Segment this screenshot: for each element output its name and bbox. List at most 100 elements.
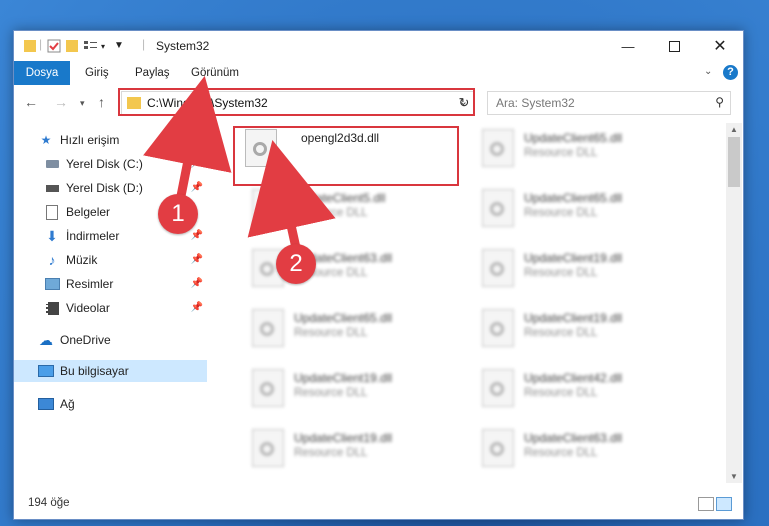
videos-icon: [44, 300, 60, 316]
maximize-button[interactable]: [651, 31, 697, 61]
window-title: System32: [156, 39, 210, 53]
annotation-marker-1: 1: [158, 194, 198, 234]
title-bar: | ▾ ▼ | System32 — ✕: [14, 31, 743, 61]
nav-item-quick-access[interactable]: ★ Hızlı erişim: [14, 129, 207, 151]
pin-icon[interactable]: 📌: [191, 158, 203, 169]
title-separator: |: [39, 37, 43, 51]
tab-paylas[interactable]: Paylaş: [126, 61, 179, 85]
file-item[interactable]: UpdateClient5.dll Resource DLL: [244, 185, 474, 239]
file-name: UpdateClient65.dll: [294, 311, 393, 325]
dll-file-icon: [252, 309, 284, 347]
minimize-icon: —: [621, 38, 635, 54]
file-type: Resource DLL: [294, 387, 368, 399]
file-item[interactable]: UpdateClient65.dll Resource DLL: [474, 185, 704, 239]
file-type: Resource DLL: [524, 207, 598, 219]
properties-icon[interactable]: [47, 37, 61, 55]
nav-label: OneDrive: [60, 333, 111, 347]
file-item[interactable]: UpdateClient65.dll Resource DLL: [474, 125, 704, 179]
pin-icon[interactable]: 📌: [191, 278, 203, 289]
search-box[interactable]: Ara: System32 ⚲: [487, 91, 731, 115]
close-button[interactable]: ✕: [697, 31, 743, 61]
dll-file-icon: [252, 429, 284, 467]
forward-arrow-icon[interactable]: →: [54, 94, 68, 110]
address-highlight-box: [118, 88, 475, 116]
file-highlight-box: [233, 126, 459, 186]
new-folder-icon[interactable]: [66, 37, 78, 55]
pin-icon[interactable]: 📌: [191, 230, 203, 241]
file-item[interactable]: UpdateClient19.dll Resource DLL: [474, 305, 704, 359]
drive-icon: [44, 156, 60, 172]
scroll-down-icon[interactable]: ▼: [730, 472, 738, 481]
nav-label: Ağ: [60, 397, 75, 411]
file-name: UpdateClient65.dll: [524, 191, 623, 205]
nav-item-videos[interactable]: Videolar 📌: [14, 297, 207, 319]
nav-label: İndirmeler: [66, 229, 120, 243]
dll-file-icon: [252, 189, 284, 227]
navigation-pane: ★ Hızlı erişim Yerel Disk (C:) 📌 Yerel Dis…: [14, 123, 209, 483]
computer-icon: [38, 363, 54, 379]
minimize-button[interactable]: —: [605, 31, 651, 61]
back-arrow-icon[interactable]: ←: [24, 94, 38, 110]
nav-label: Resimler: [66, 277, 114, 291]
star-icon: ★: [40, 133, 52, 147]
nav-label: Belgeler: [66, 205, 111, 219]
ribbon-tabs: Dosya Giriş Paylaş Görünüm ⌄ ?: [14, 61, 743, 115]
file-type: Resource DLL: [294, 447, 368, 459]
dll-file-icon: [482, 129, 514, 167]
scroll-up-icon[interactable]: ▲: [730, 125, 738, 134]
maximize-icon: [668, 40, 680, 52]
pictures-icon: [44, 276, 60, 292]
nav-label: Yerel Disk (D:): [66, 181, 143, 195]
title-separator-2: |: [142, 37, 146, 51]
recent-locations-icon[interactable]: ▾: [80, 98, 85, 109]
file-item[interactable]: UpdateClient63.dll Resource DLL: [474, 425, 704, 479]
file-name: UpdateClient65.dll: [524, 131, 623, 145]
pin-icon[interactable]: 📌: [191, 182, 203, 193]
file-item[interactable]: UpdateClient19.dll Resource DLL: [474, 245, 704, 299]
nav-item-disk-c[interactable]: Yerel Disk (C:) 📌: [14, 153, 207, 175]
dll-file-icon: [482, 369, 514, 407]
search-placeholder: Ara: System32: [496, 96, 575, 110]
cloud-icon: ☁: [39, 331, 53, 348]
file-item[interactable]: UpdateClient19.dll Resource DLL: [244, 425, 474, 479]
file-name: UpdateClient19.dll: [524, 311, 623, 325]
nav-label: Videolar: [66, 301, 110, 315]
nav-item-pictures[interactable]: Resimler 📌: [14, 273, 207, 295]
file-type: Resource DLL: [524, 447, 598, 459]
scrollbar-thumb[interactable]: [728, 137, 740, 187]
large-icons-view-icon[interactable]: [716, 497, 732, 511]
pin-icon[interactable]: 📌: [191, 302, 203, 313]
details-view-icon[interactable]: [698, 497, 714, 511]
file-type: Resource DLL: [524, 147, 598, 159]
nav-item-music[interactable]: ♪ Müzik 📌: [14, 249, 207, 271]
file-name: UpdateClient5.dll: [294, 191, 386, 205]
file-type: Resource DLL: [294, 327, 368, 339]
close-icon: ✕: [713, 38, 727, 55]
nav-item-onedrive[interactable]: ☁ OneDrive: [14, 329, 207, 351]
file-name: UpdateClient63.dll: [524, 431, 623, 445]
file-item[interactable]: UpdateClient65.dll Resource DLL: [244, 305, 474, 359]
file-item[interactable]: UpdateClient42.dll Resource DLL: [474, 365, 704, 419]
dropdown-arrow-icon[interactable]: ▼: [114, 40, 124, 58]
vertical-scrollbar[interactable]: ▲ ▼: [726, 123, 742, 483]
nav-item-network[interactable]: Ağ: [14, 393, 207, 415]
tab-gorunum[interactable]: Görünüm: [182, 61, 248, 85]
file-item[interactable]: UpdateClient19.dll Resource DLL: [244, 365, 474, 419]
help-icon[interactable]: ?: [723, 65, 738, 80]
tab-giris[interactable]: Giriş: [76, 61, 118, 85]
file-name: UpdateClient19.dll: [524, 251, 623, 265]
view-options-icon[interactable]: [83, 37, 99, 55]
dll-file-icon: [482, 429, 514, 467]
status-bar: 194 öğe: [14, 491, 743, 519]
pin-icon[interactable]: 📌: [191, 254, 203, 265]
expand-ribbon-icon[interactable]: ⌄: [704, 66, 712, 77]
customize-quick-access-icon[interactable]: ▾: [101, 42, 105, 60]
documents-icon: [44, 204, 60, 220]
search-icon: ⚲: [715, 95, 724, 109]
dll-file-icon: [482, 309, 514, 347]
file-type: Resource DLL: [524, 267, 598, 279]
nav-label: Hızlı erişim: [60, 133, 120, 147]
annotation-marker-2: 2: [276, 244, 316, 284]
nav-item-this-pc[interactable]: Bu bilgisayar: [14, 360, 207, 382]
up-arrow-icon[interactable]: ↑: [98, 94, 105, 110]
